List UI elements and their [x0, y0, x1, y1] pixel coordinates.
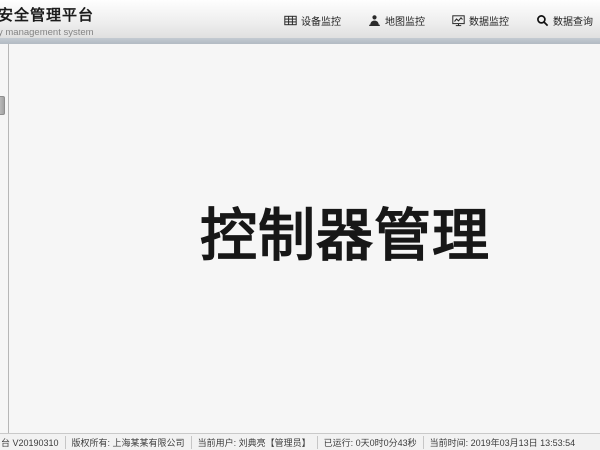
- sidebar-divider: [8, 44, 9, 433]
- status-copyright: 版权所有: 上海某某有限公司: [65, 436, 191, 449]
- main-content: 控制器管理: [0, 44, 600, 433]
- app-subtitle: y management system: [0, 27, 94, 38]
- status-uptime: 已运行: 0天0时0分43秒: [317, 436, 423, 449]
- nav-item-data-monitor[interactable]: 数据监控: [452, 13, 509, 28]
- device-grid-icon: [284, 14, 297, 27]
- app-title: 安全管理平台: [0, 4, 94, 25]
- page-title: 控制器管理: [200, 190, 490, 272]
- sidebar-collapse-handle[interactable]: [0, 96, 5, 115]
- app-header: 安全管理平台 y management system 设备监控: [0, 0, 600, 38]
- status-bar: 台 V20190310 版权所有: 上海某某有限公司 当前用户: 刘典亮【管理员…: [0, 433, 600, 450]
- nav-label: 地图监控: [385, 13, 425, 28]
- status-version: 台 V20190310: [1, 436, 65, 449]
- top-nav: 设备监控 地图监控 数据监控: [284, 0, 593, 40]
- nav-item-data-query[interactable]: 数据查询: [536, 13, 593, 28]
- status-current-time: 当前时间: 2019年03月13日 13:53:54: [423, 436, 582, 449]
- nav-item-map-monitor[interactable]: 地图监控: [368, 13, 425, 28]
- nav-label: 设备监控: [301, 13, 341, 28]
- data-monitor-icon: [452, 14, 465, 27]
- status-current-user: 当前用户: 刘典亮【管理员】: [191, 436, 317, 449]
- app-brand: 安全管理平台 y management system: [0, 4, 94, 38]
- nav-label: 数据监控: [469, 13, 509, 28]
- map-pin-icon: [368, 14, 381, 27]
- nav-label: 数据查询: [553, 13, 593, 28]
- search-icon: [536, 14, 549, 27]
- nav-item-device-monitor[interactable]: 设备监控: [284, 13, 341, 28]
